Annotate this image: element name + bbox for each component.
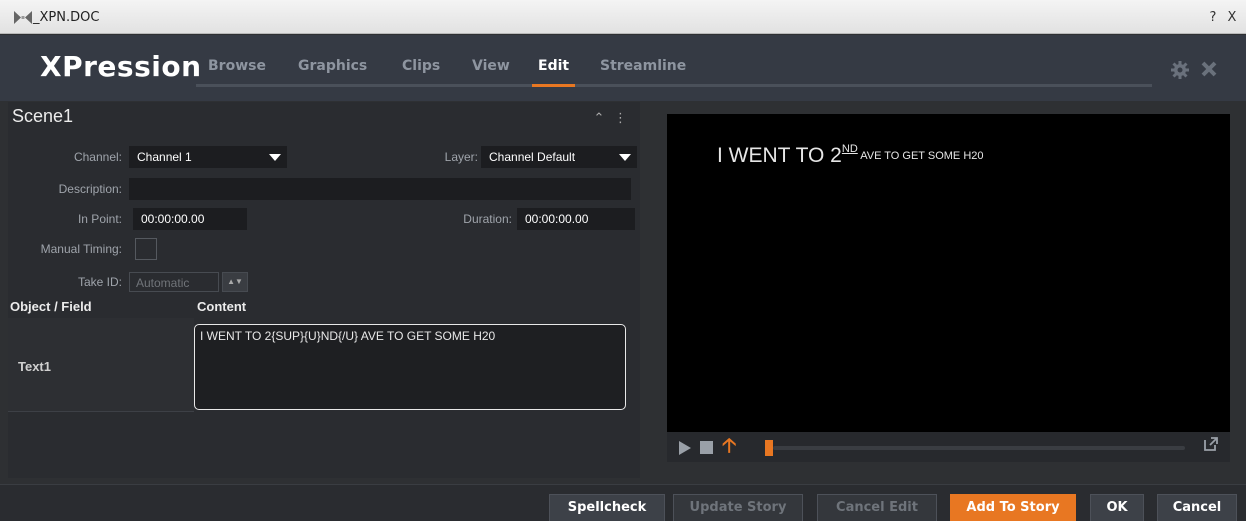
tab-graphics[interactable]: Graphics bbox=[298, 58, 367, 74]
window-title: _XPN.DOC bbox=[33, 10, 100, 25]
take-id-label: Take ID: bbox=[77, 275, 122, 289]
chevron-down-icon bbox=[269, 154, 281, 161]
window-titlebar: _XPN.DOC ? X bbox=[0, 0, 1246, 34]
take-id-field: Automatic bbox=[129, 272, 219, 292]
manual-timing-checkbox[interactable] bbox=[135, 238, 157, 260]
help-button[interactable]: ? bbox=[1204, 9, 1222, 27]
duration-field[interactable]: 00:00:00.00 bbox=[517, 208, 635, 230]
scrubber-handle[interactable] bbox=[765, 440, 773, 456]
scene-title: Scene1 bbox=[12, 106, 74, 126]
preview-viewport: I WENT TO 2ND AVE TO GET SOME H20 bbox=[667, 114, 1230, 432]
in-point-label: In Point: bbox=[77, 212, 122, 226]
xpression-logo: XPression bbox=[40, 50, 202, 83]
popout-icon[interactable] bbox=[1203, 436, 1219, 457]
add-to-story-button[interactable]: Add To Story bbox=[950, 494, 1076, 521]
tab-view[interactable]: View bbox=[472, 58, 510, 74]
duration-label: Duration: bbox=[463, 212, 512, 226]
manual-timing-label: Manual Timing: bbox=[40, 242, 122, 256]
in-point-field[interactable]: 00:00:00.00 bbox=[133, 208, 247, 230]
transport-bar: 🡡 bbox=[667, 432, 1230, 462]
preview-text-main: I WENT TO 2 bbox=[717, 144, 842, 167]
cancel-button[interactable]: Cancel bbox=[1157, 494, 1237, 521]
take-up-arrow-icon[interactable]: 🡡 bbox=[722, 436, 736, 456]
window-close-button[interactable]: X bbox=[1223, 9, 1241, 27]
channel-label: Channel: bbox=[73, 150, 122, 164]
close-icon[interactable] bbox=[1200, 60, 1218, 84]
layer-value: Channel Default bbox=[489, 150, 576, 164]
layer-label: Layer: bbox=[444, 150, 478, 164]
app-icon bbox=[14, 11, 32, 24]
nav-underline bbox=[196, 84, 1152, 87]
chevron-down-icon bbox=[619, 154, 631, 161]
ok-button[interactable]: OK bbox=[1090, 494, 1144, 521]
take-id-spinner: ▲▼ bbox=[222, 272, 248, 292]
layer-dropdown[interactable]: Channel Default bbox=[481, 146, 637, 168]
play-icon[interactable] bbox=[679, 441, 691, 455]
channel-dropdown[interactable]: Channel 1 bbox=[129, 146, 287, 168]
tab-streamline[interactable]: Streamline bbox=[600, 58, 686, 74]
tab-clips[interactable]: Clips bbox=[402, 58, 440, 74]
preview-panel: I WENT TO 2ND AVE TO GET SOME H20 🡡 bbox=[649, 102, 1246, 478]
cancel-edit-button[interactable]: Cancel Edit bbox=[817, 494, 937, 521]
preview-text-rest: AVE TO GET SOME H20 bbox=[857, 150, 984, 162]
tab-edit[interactable]: Edit bbox=[531, 58, 576, 87]
row-divider bbox=[8, 411, 194, 412]
footer-bar: Spellcheck Update Story Cancel Edit Add … bbox=[0, 484, 1246, 521]
preview-text-superscript: ND bbox=[841, 143, 858, 155]
scene-editor-panel: Scene1 ⌃ ⋮ Channel: Channel 1 Layer: Cha… bbox=[8, 102, 640, 478]
update-story-button[interactable]: Update Story bbox=[673, 494, 803, 521]
content-text-field[interactable]: I WENT TO 2{SUP}{U}ND{/U} AVE TO GET SOM… bbox=[194, 324, 626, 410]
spellcheck-button[interactable]: Spellcheck bbox=[549, 494, 665, 521]
tab-browse[interactable]: Browse bbox=[208, 58, 266, 74]
description-label: Description: bbox=[58, 182, 122, 196]
content-header: Content bbox=[197, 299, 247, 314]
object-name-text1: Text1 bbox=[18, 359, 51, 374]
app-header: XPression Browse Graphics Clips View Edi… bbox=[0, 35, 1246, 101]
timeline-track[interactable] bbox=[773, 446, 1185, 450]
gear-icon[interactable] bbox=[1170, 60, 1190, 86]
stop-icon[interactable] bbox=[700, 441, 713, 454]
preview-text: I WENT TO 2ND AVE TO GET SOME H20 bbox=[717, 143, 984, 168]
scene-menu-icon[interactable]: ⌃ ⋮ bbox=[593, 110, 630, 126]
description-field[interactable] bbox=[129, 178, 631, 200]
channel-value: Channel 1 bbox=[137, 150, 192, 164]
